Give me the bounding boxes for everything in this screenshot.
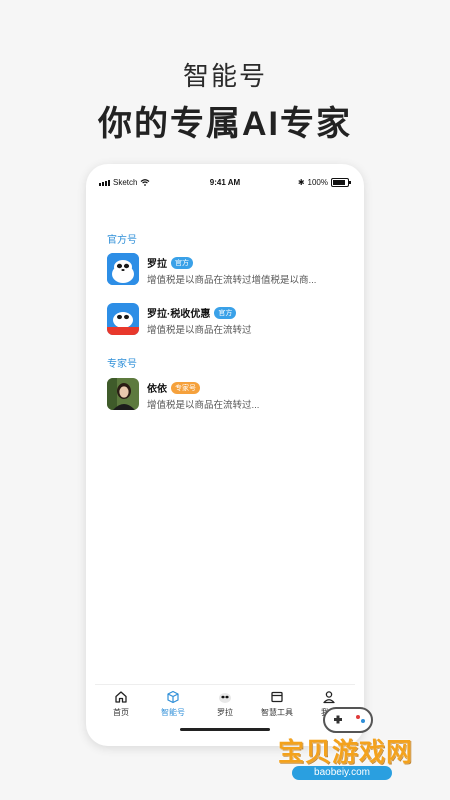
lara-avatar [107, 253, 139, 285]
hero-subtitle: 你的专属AI专家 [98, 105, 352, 143]
account-name: 罗拉·税收优惠 [147, 309, 211, 320]
tab-label: 智能号 [161, 708, 185, 717]
gamepad-icon [323, 707, 373, 733]
lara-tax-avatar [107, 303, 139, 335]
home-indicator [180, 728, 270, 731]
watermark-text: 宝贝游戏网 [278, 737, 414, 767]
bluetooth-icon: ✱ [297, 178, 305, 187]
tab-label: 罗拉 [217, 708, 233, 717]
account-row-lara[interactable]: 罗拉 官方 增值税是以商品在流转过增值税是以商... [107, 253, 347, 291]
expert-name: 依依 [147, 384, 167, 395]
account-name: 罗拉 [147, 259, 167, 270]
battery-icon [331, 178, 351, 187]
expert-row-yiyi[interactable]: 依依 专家号 增值税是以商品在流转过... [107, 378, 347, 416]
expert-desc: 增值税是以商品在流转过... [147, 400, 260, 411]
account-desc: 增值税是以商品在流转过增值税是以商... [147, 275, 317, 286]
account-desc: 增值税是以商品在流转过 [147, 325, 252, 336]
cube-icon [167, 690, 179, 704]
home-icon [115, 691, 127, 703]
phone-frame: Sketch 9:41 AM ✱ 100% 官方号 罗拉 官方 增值税是以商品在… [86, 164, 364, 746]
status-bar: Sketch 9:41 AM ✱ 100% [95, 173, 355, 193]
section-experts: 专家号 [107, 359, 137, 370]
yiyi-avatar [107, 378, 139, 410]
tab-label: 首页 [113, 708, 129, 717]
account-row-lara-tax[interactable]: 罗拉·税收优惠 官方 增值税是以商品在流转过 [107, 303, 347, 341]
official-badge: 官方 [171, 256, 193, 269]
expert-badge: 专家号 [171, 381, 200, 394]
battery-percent: 100% [307, 178, 328, 187]
tab-home[interactable]: 首页 [95, 685, 147, 737]
watermark-url: baobeiy.com [292, 766, 392, 780]
section-official: 官方号 [107, 235, 137, 246]
site-watermark: 宝贝游戏网 baobeiy.com [270, 700, 445, 792]
hero-title: 智能号 [182, 61, 267, 91]
mascot-icon [219, 693, 231, 703]
phone-screen: Sketch 9:41 AM ✱ 100% 官方号 罗拉 官方 增值税是以商品在… [95, 173, 355, 737]
official-badge: 官方 [214, 306, 237, 319]
